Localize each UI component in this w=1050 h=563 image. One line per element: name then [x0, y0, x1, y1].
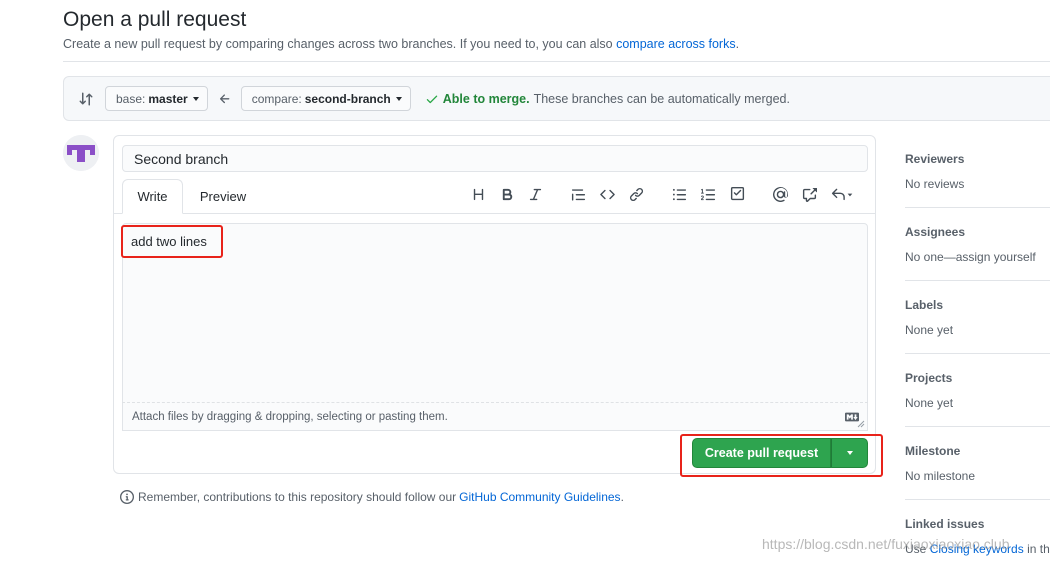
compare-icon — [79, 92, 93, 105]
sidebar-milestone[interactable]: Milestone No milestone — [905, 427, 1050, 500]
compare-bar: base: master compare: second-branch Able… — [63, 76, 1050, 121]
sidebar: Reviewers No reviews Assignees No one—as… — [905, 135, 1050, 563]
compare-branch-name: second-branch — [304, 91, 391, 106]
avatar[interactable] — [63, 135, 99, 171]
tab-preview[interactable]: Preview — [190, 179, 256, 214]
identicon-icon — [63, 135, 99, 171]
merge-status-label: Able to merge. — [442, 91, 530, 106]
italic-icon[interactable] — [527, 186, 543, 202]
cross-reference-icon[interactable] — [801, 186, 817, 202]
watermark: https://blog.csdn.net/fuxiaoxiaoxiao.clu… — [762, 536, 1010, 552]
sidebar-value: No milestone — [905, 469, 976, 483]
merge-status: Able to merge. These branches can be aut… — [425, 92, 790, 106]
linked-issues-suffix: in th — [1027, 542, 1050, 556]
attach-hint: Attach files by dragging & dropping, sel… — [132, 411, 448, 423]
task-list-icon[interactable] — [729, 186, 745, 202]
page-subtitle: Create a new pull request by comparing c… — [63, 37, 739, 51]
compare-prefix: compare: — [251, 91, 302, 106]
sidebar-title: Assignees — [905, 225, 966, 239]
reminder-end: . — [620, 490, 624, 504]
chevron-down-icon — [395, 96, 402, 101]
reminder-text: Remember, contributions to this reposito… — [138, 490, 457, 504]
create-pr-button-group: Create pull request — [692, 438, 868, 468]
ordered-list-icon[interactable] — [700, 186, 716, 202]
markdown-toolbar — [470, 184, 854, 204]
sidebar-labels[interactable]: Labels None yet — [905, 281, 1050, 354]
sidebar-projects[interactable]: Projects None yet — [905, 354, 1050, 427]
sidebar-value: No reviews — [905, 177, 965, 191]
bold-icon[interactable] — [499, 186, 515, 202]
unordered-list-icon[interactable] — [671, 186, 687, 202]
base-branch-selector[interactable]: base: master — [105, 86, 208, 111]
create-options-dropdown[interactable] — [831, 438, 868, 468]
sidebar-value: None yet — [905, 323, 954, 337]
markdown-icon[interactable] — [845, 412, 859, 422]
contribution-reminder: Remember, contributions to this reposito… — [120, 490, 624, 504]
sidebar-value: No one—assign yourself — [905, 250, 1036, 264]
create-pull-request-button[interactable]: Create pull request — [692, 438, 831, 468]
pr-body-text: add two lines — [131, 234, 207, 249]
pr-body-textarea[interactable]: add two lines — [122, 223, 868, 431]
sidebar-linked-issues: Linked issues Use Closing keywords in th — [905, 500, 1050, 563]
info-icon — [120, 490, 134, 504]
sidebar-title: Labels — [905, 298, 944, 312]
page-title: Open a pull request — [63, 8, 247, 31]
divider — [63, 61, 1050, 62]
community-guidelines-link[interactable]: GitHub Community Guidelines — [459, 490, 620, 504]
attach-files-bar[interactable]: Attach files by dragging & dropping, sel… — [122, 402, 868, 431]
reply-icon[interactable] — [830, 186, 854, 202]
quote-icon[interactable] — [570, 186, 586, 202]
arrow-left-icon — [219, 93, 230, 103]
tab-write[interactable]: Write — [122, 179, 183, 214]
sidebar-title: Reviewers — [905, 152, 965, 166]
sidebar-title: Projects — [905, 371, 953, 385]
chevron-down-icon — [846, 451, 853, 455]
base-branch-name: master — [148, 91, 188, 106]
merge-status-message: These branches can be automatically merg… — [533, 91, 790, 106]
sidebar-value: None yet — [905, 396, 954, 410]
sidebar-assignees[interactable]: Assignees No one—assign yourself — [905, 208, 1050, 281]
pr-title-input[interactable] — [122, 145, 868, 172]
code-icon[interactable] — [599, 186, 615, 202]
base-prefix: base: — [116, 91, 146, 106]
chevron-down-icon — [192, 96, 199, 101]
heading-icon[interactable] — [470, 186, 486, 202]
check-icon — [426, 95, 438, 103]
subtitle-end: . — [735, 37, 740, 51]
sidebar-reviewers[interactable]: Reviewers No reviews — [905, 135, 1050, 208]
pull-request-form: Write Preview — [113, 135, 876, 474]
sidebar-title: Milestone — [905, 444, 961, 458]
link-icon[interactable] — [628, 186, 644, 202]
tabs-divider — [114, 213, 875, 214]
sidebar-title: Linked issues — [905, 517, 985, 531]
compare-branch-selector[interactable]: compare: second-branch — [240, 86, 411, 111]
compare-across-forks-link[interactable]: compare across forks — [616, 37, 735, 51]
subtitle-text: Create a new pull request by comparing c… — [63, 37, 617, 51]
mention-icon[interactable] — [772, 186, 788, 202]
